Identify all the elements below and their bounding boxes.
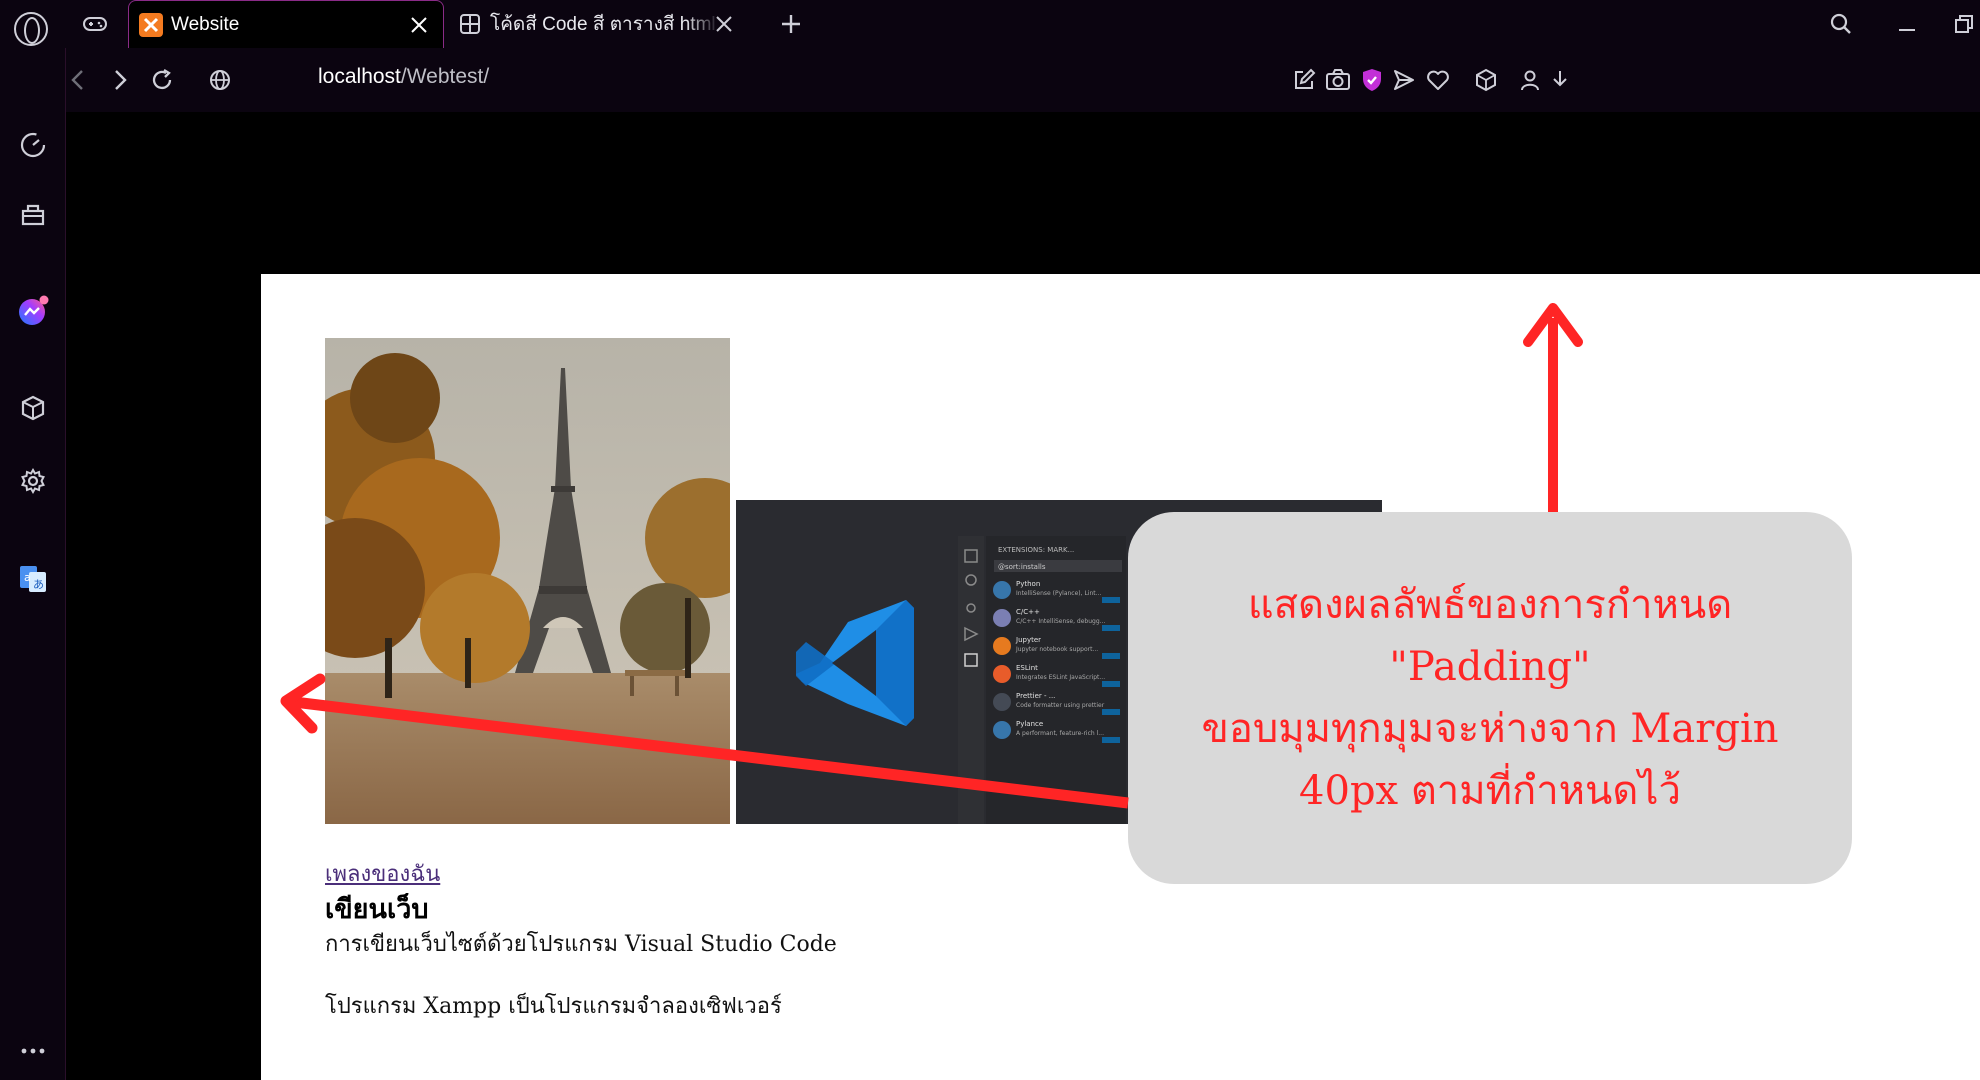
- extension-icon: [993, 665, 1011, 683]
- adblock-shield-icon[interactable]: [1356, 64, 1388, 96]
- download-icon[interactable]: [1544, 64, 1576, 96]
- grid-favicon-icon: [458, 12, 482, 36]
- back-arrow-icon[interactable]: [62, 64, 94, 96]
- eiffel-tower-photo: [325, 338, 730, 824]
- install-badge: [1102, 653, 1120, 659]
- url-host: localhost: [318, 65, 401, 88]
- install-badge: [1102, 681, 1120, 687]
- extension-name: Python: [1016, 580, 1040, 588]
- paragraph-xampp: โปรแกรม Xampp เป็นโปรแกรมจำลองเซิฟเวอร์: [325, 994, 782, 1019]
- extension-desc: IntelliSense (Pylance), Lint...: [1016, 590, 1101, 597]
- extension-name: Pylance: [1016, 720, 1043, 728]
- url-path: /Webtest/: [400, 65, 490, 88]
- profile-icon[interactable]: [1514, 64, 1546, 96]
- translate-icon[interactable]: aあ: [14, 560, 52, 598]
- opera-logo-icon[interactable]: [14, 12, 48, 46]
- svg-text:あ: あ: [33, 578, 44, 591]
- annotation-line-3: ขอบมุมทุกมุมจะห่างจาก Margin: [1201, 706, 1779, 752]
- xampp-favicon-icon: [139, 12, 163, 37]
- search-tabs-icon[interactable]: [1826, 9, 1856, 39]
- annotation-line-4: 40px ตามที่กำหนดไว้: [1299, 768, 1681, 814]
- minimize-icon[interactable]: [1892, 9, 1922, 39]
- new-tab-icon[interactable]: [776, 9, 806, 39]
- extension-icon: [993, 637, 1011, 655]
- install-badge: [1102, 625, 1120, 631]
- svg-text:EXTENSIONS: MARK...: EXTENSIONS: MARK...: [998, 546, 1074, 554]
- svg-text:@sort:installs: @sort:installs: [998, 563, 1046, 571]
- install-badge: [1102, 709, 1120, 715]
- snapshot-camera-icon[interactable]: [1322, 64, 1354, 96]
- url-field[interactable]: localhost/Webtest/: [318, 65, 489, 89]
- close-tab-icon[interactable]: [407, 13, 431, 37]
- favorite-heart-icon[interactable]: [1422, 64, 1454, 96]
- settings-gear-icon[interactable]: [14, 462, 52, 500]
- crypto-wallet-cube-icon[interactable]: [14, 389, 52, 427]
- extension-desc: A performant, feature-rich l...: [1016, 730, 1104, 737]
- gamepad-icon[interactable]: [80, 9, 110, 39]
- site-info-globe-icon[interactable]: [204, 64, 236, 96]
- bookmarks-icon[interactable]: [14, 196, 52, 234]
- extension-desc: Integrates ESLint JavaScript...: [1016, 674, 1105, 681]
- page-heading: เขียนเว็บ: [325, 894, 429, 925]
- tab-title: Website: [171, 13, 240, 35]
- reload-icon[interactable]: [146, 64, 178, 96]
- edit-share-icon[interactable]: [1288, 64, 1320, 96]
- sidebar: aあ: [0, 48, 66, 1080]
- extension-icon: [993, 609, 1011, 627]
- paragraph-vscode: การเขียนเว็บไซต์ด้วยโปรแกรม Visual Studi…: [325, 932, 837, 957]
- more-options-icon[interactable]: [14, 1032, 52, 1070]
- annotation-callout: แสดงผลลัพธ์ของการกำหนด "Padding" ขอบมุมท…: [1128, 512, 1852, 884]
- tab-website[interactable]: Website: [128, 0, 444, 48]
- extension-desc: Jupyter notebook support...: [1015, 646, 1098, 653]
- extension-name: Jupyter: [1015, 636, 1041, 644]
- address-bar: localhost/Webtest/: [66, 48, 1980, 112]
- tab-bar: Website โค้ดสี Code สี ตารางสี html อั: [0, 0, 1980, 48]
- extension-desc: Code formatter using prettier: [1016, 702, 1105, 709]
- forward-arrow-icon[interactable]: [104, 64, 136, 96]
- tab-color-codes[interactable]: โค้ดสี Code สี ตารางสี html อั: [448, 0, 748, 48]
- extension-icon: [993, 581, 1011, 599]
- close-tab-icon[interactable]: [712, 12, 736, 36]
- send-arrow-icon[interactable]: [1388, 64, 1420, 96]
- install-badge: [1102, 737, 1120, 743]
- restore-window-icon[interactable]: [1948, 9, 1978, 39]
- extension-name: Prettier - ...: [1016, 692, 1055, 700]
- extension-name: ESLint: [1016, 664, 1038, 672]
- svg-text:a: a: [24, 571, 31, 584]
- my-music-link[interactable]: เพลงของฉัน: [325, 858, 837, 892]
- annotation-line-2: "Padding": [1389, 644, 1591, 690]
- tab-title: โค้ดสี Code สี ตารางสี html อั: [490, 14, 720, 35]
- annotation-line-1: แสดงผลลัพธ์ของการกำหนด: [1247, 582, 1733, 628]
- extension-name: C/C++: [1016, 608, 1040, 616]
- page-content: เพลงของฉัน เขียนเว็บ การเขียนเว็บไซต์ด้ว…: [325, 858, 837, 1024]
- messenger-icon[interactable]: [14, 292, 52, 330]
- wallet-cube-icon[interactable]: [1470, 64, 1502, 96]
- install-badge: [1102, 597, 1120, 603]
- extension-desc: C/C++ IntelliSense, debugg...: [1016, 618, 1105, 625]
- extension-icon: [993, 693, 1011, 711]
- speed-dial-icon[interactable]: [14, 126, 52, 164]
- extension-icon: [993, 721, 1011, 739]
